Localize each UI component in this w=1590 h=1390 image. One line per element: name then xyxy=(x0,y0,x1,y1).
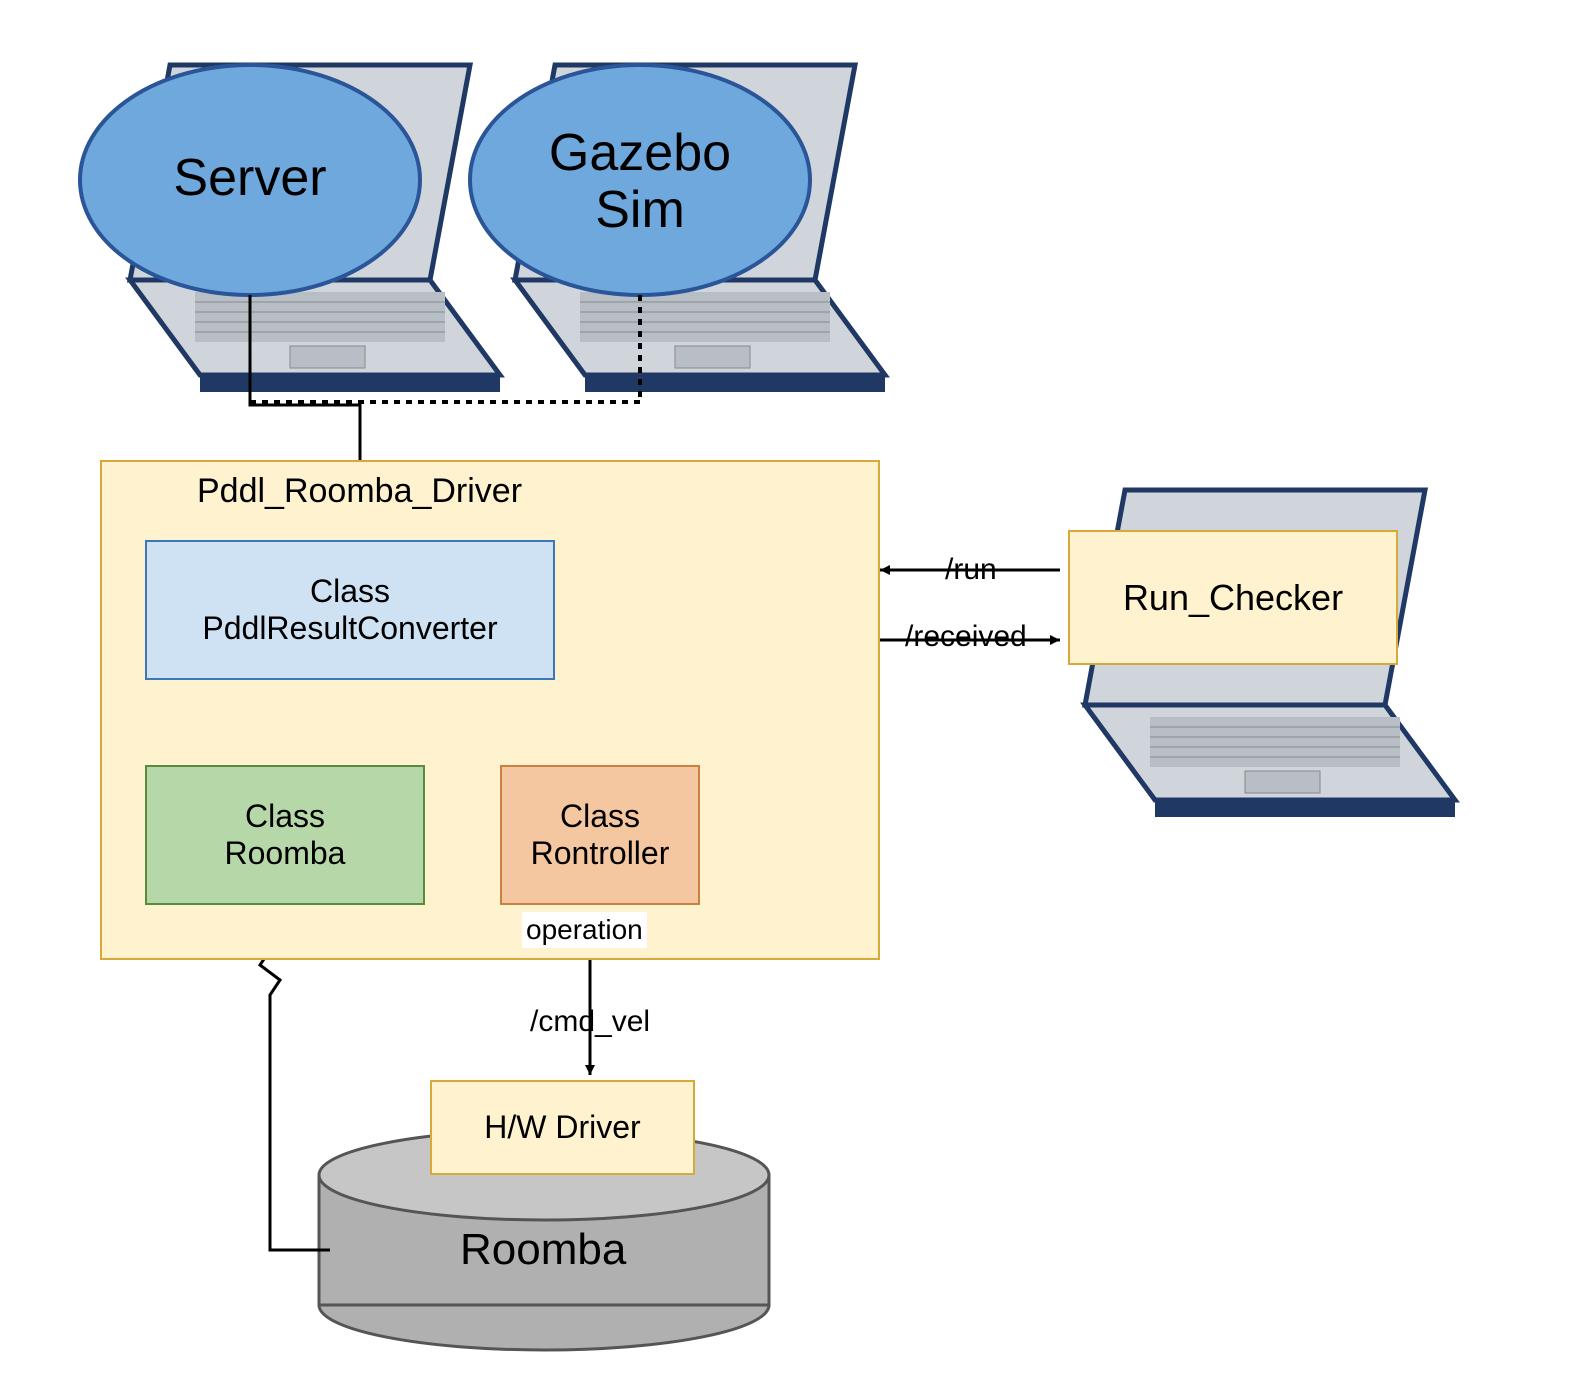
edge-received-label: /received xyxy=(905,620,1027,654)
class-pddlresultconverter-box: Class PddlResultConverter xyxy=(145,540,555,680)
pddl-roomba-driver-title: Pddl_Roomba_Driver xyxy=(197,472,522,511)
edge-cmdvel-label: /cmd_vel xyxy=(530,1005,650,1039)
class-roomba-l2: Roomba xyxy=(225,835,346,872)
gazebo-label: Gazebo Sim xyxy=(520,125,760,239)
class-rontroller-l1: Class xyxy=(560,798,640,835)
hw-driver-label: H/W Driver xyxy=(484,1109,640,1146)
hw-driver-box: H/W Driver xyxy=(430,1080,695,1175)
edge-operation-label: operation xyxy=(522,912,647,948)
roomba-cylinder-label: Roomba xyxy=(460,1225,626,1275)
class-roomba-l1: Class xyxy=(245,798,325,835)
class-converter-l1: Class xyxy=(310,573,390,610)
class-rontroller-l2: Rontroller xyxy=(531,835,670,872)
run-checker-label: Run_Checker xyxy=(1123,577,1343,619)
edge-run-label: /run xyxy=(945,553,997,587)
diagram-canvas: { "nodes": { "server": "Server", "gazebo… xyxy=(0,0,1590,1390)
class-converter-l2: PddlResultConverter xyxy=(202,610,497,647)
laptop-server-icon xyxy=(130,65,500,392)
run-checker-box: Run_Checker xyxy=(1068,530,1398,665)
class-roomba-box: Class Roomba xyxy=(145,765,425,905)
class-rontroller-box: Class Rontroller xyxy=(500,765,700,905)
server-label: Server xyxy=(130,150,370,207)
